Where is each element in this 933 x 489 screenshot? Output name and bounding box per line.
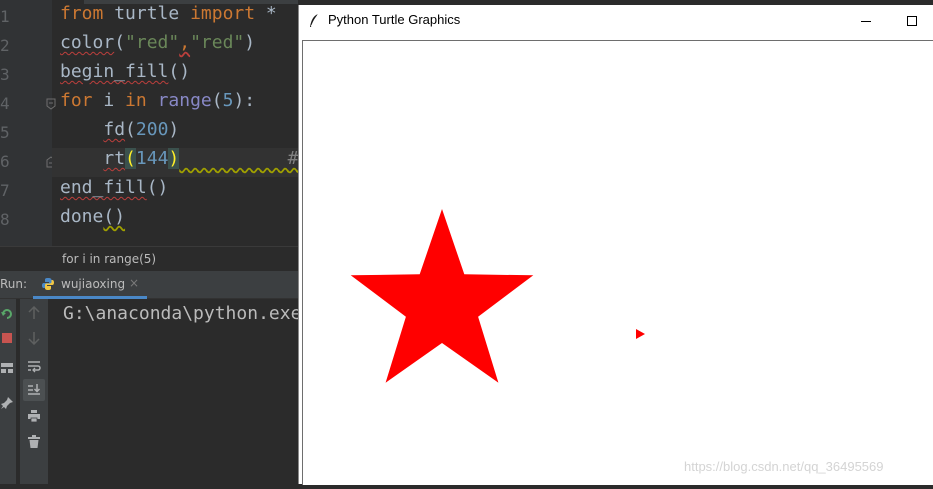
turtle-graphics-window[interactable]: Python Turtle Graphics https://blog.csdn… [298,5,933,485]
console-output[interactable]: G:\anaconda\python.exe [63,303,301,324]
paren: () [146,177,169,198]
run-toolbar-left [0,299,16,484]
number-literal: 144 [135,148,169,169]
code-line-5[interactable]: fd(200) [60,119,179,148]
window-titlebar[interactable]: Python Turtle Graphics [299,5,933,37]
number-literal: 5 [222,90,234,111]
line-number: 3 [0,65,10,84]
identifier: i [92,90,126,111]
turtle-canvas[interactable]: https://blog.csdn.net/qq_36495569 [302,40,933,485]
stop-icon[interactable] [0,327,18,349]
code-line-4[interactable]: for i in range(5): [60,90,255,119]
pin-icon[interactable] [0,392,18,414]
identifier: * [255,3,277,24]
paren: ): [233,90,256,111]
maximize-icon [907,16,917,26]
string-literal: "red" [190,32,245,53]
line-number: 8 [0,210,10,229]
line-number: 7 [0,181,10,200]
code-editor[interactable]: 1 2 3 4 5 6 7 8 from turtle import * col… [0,0,298,246]
run-console-panel: G:\anaconda\python.exe [0,299,301,484]
function-name: done [60,206,104,227]
comma: , [179,32,191,53]
code-line-6[interactable]: rt(144) ## [60,148,298,177]
function-name: end_fill [60,177,147,198]
breadcrumb[interactable]: for i in range(5) [0,246,298,272]
turtle-drawing [350,209,645,383]
function-name: color [60,32,115,53]
code-line-7[interactable]: end_fill() [60,177,168,206]
breadcrumb-label[interactable]: for i in range(5) [62,252,156,266]
layout-icon[interactable] [0,357,18,379]
string-literal: "red" [125,32,180,53]
keyword: in [125,90,147,111]
keyword: import [190,3,256,24]
function-name: begin_fill [60,61,169,82]
keyword: from [60,3,104,24]
paren: ) [244,32,256,53]
function-name: rt [103,148,126,169]
watermark: https://blog.csdn.net/qq_36495569 [684,459,884,474]
run-tab-label: wujiaoxing [61,277,126,291]
identifier: turtle [103,3,191,24]
minimize-icon [861,21,871,22]
code-line-1[interactable]: from turtle import * [60,3,277,32]
up-arrow-icon[interactable] [23,302,45,324]
number-literal: 200 [135,119,169,140]
code-line-8[interactable]: done() [60,206,125,235]
scroll-to-end-icon[interactable] [23,379,45,401]
paren: ( [125,119,136,140]
paren: () [168,61,191,82]
maximize-button[interactable] [889,5,933,37]
paren: () [103,206,126,227]
close-icon[interactable]: × [129,276,139,290]
soft-wrap-icon[interactable] [23,355,45,377]
print-icon[interactable] [23,405,45,427]
fold-open-icon[interactable] [46,98,56,110]
paren: ( [114,32,126,53]
matched-paren: ) [168,148,180,169]
red-star [350,209,534,383]
code-line-3[interactable]: begin_fill() [60,61,190,90]
run-tab-wujiaoxing[interactable]: wujiaoxing × [33,271,147,299]
run-label: Run: [0,277,28,291]
paren: ) [168,119,180,140]
down-arrow-icon[interactable] [23,327,45,349]
matched-paren: ( [125,148,136,169]
builtin-name: range [157,90,212,111]
paren: ( [211,90,223,111]
line-number: 6 [0,152,10,171]
line-number: 4 [0,94,10,113]
window-title: Python Turtle Graphics [328,12,461,27]
line-number-gutter: 1 2 3 4 5 6 7 8 [0,0,52,246]
line-number: 2 [0,36,10,55]
comment: ## [179,148,298,169]
python-icon [42,278,54,290]
run-toolbar-right [20,299,48,484]
turtle-cursor [636,329,645,339]
rerun-icon[interactable] [0,303,18,325]
keyword: for [60,90,93,111]
trash-icon[interactable] [23,431,45,453]
minimize-button[interactable] [843,5,889,37]
function-name: fd [103,119,126,140]
run-tool-header: Run: wujiaoxing × [0,271,298,299]
line-number: 5 [0,123,10,142]
line-number: 1 [0,7,10,26]
code-line-2[interactable]: color("red","red") [60,32,255,61]
feather-icon [310,13,319,27]
